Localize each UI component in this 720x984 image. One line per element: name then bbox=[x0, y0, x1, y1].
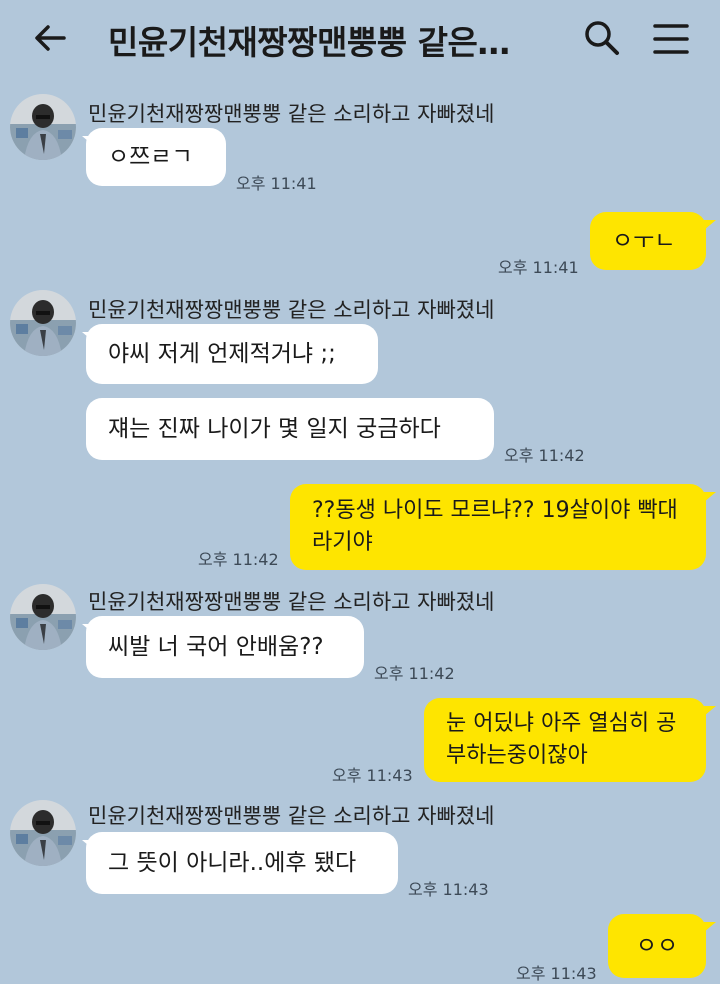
message-bubble[interactable]: 쟤는 진짜 나이가 몇 일지 궁금하다 bbox=[86, 398, 494, 460]
search-icon[interactable] bbox=[580, 16, 624, 60]
sender-name: 민윤기천재짱짱맨뿡뿡 같은 소리하고 자빠졌네 bbox=[88, 102, 495, 126]
avatar[interactable] bbox=[10, 584, 76, 650]
bubble-tail bbox=[704, 706, 716, 716]
message-bubble[interactable]: 씨발 너 국어 안배움?? bbox=[86, 616, 364, 678]
bubble-tail bbox=[704, 220, 716, 230]
message-time: 오후 11:41 bbox=[236, 174, 317, 193]
chat-header: 민윤기천재짱짱맨뿡뿡 같은… bbox=[0, 0, 720, 78]
message-bubble[interactable]: 야씨 저게 언제적거냐 ;; bbox=[86, 324, 378, 384]
message-bubble[interactable]: 그 뜻이 아니라..에후 됐다 bbox=[86, 832, 398, 894]
message-time: 오후 11:43 bbox=[332, 766, 413, 785]
menu-icon[interactable] bbox=[650, 18, 692, 60]
message-bubble[interactable]: ㅇ쯔ㄹㄱ bbox=[86, 128, 226, 186]
message-time: 오후 11:41 bbox=[498, 258, 579, 277]
message-bubble[interactable]: ㅇㅜㄴ bbox=[590, 212, 706, 270]
sender-name: 민윤기천재짱짱맨뿡뿡 같은 소리하고 자빠졌네 bbox=[88, 298, 495, 322]
message-time: 오후 11:43 bbox=[516, 964, 597, 983]
bubble-tail bbox=[704, 492, 716, 502]
message-time: 오후 11:42 bbox=[374, 664, 455, 683]
avatar[interactable] bbox=[10, 94, 76, 160]
avatar[interactable] bbox=[10, 800, 76, 866]
message-bubble[interactable]: ㅇㅇ bbox=[608, 914, 706, 978]
message-bubble[interactable]: 눈 어딨냐 아주 열심히 공부하는중이잖아 bbox=[424, 698, 706, 782]
chat-title: 민윤기천재짱짱맨뿡뿡 같은… bbox=[108, 23, 510, 62]
message-time: 오후 11:42 bbox=[198, 550, 279, 569]
sender-name: 민윤기천재짱짱맨뿡뿡 같은 소리하고 자빠졌네 bbox=[88, 590, 495, 614]
bubble-tail bbox=[704, 922, 716, 932]
message-time: 오후 11:43 bbox=[408, 880, 489, 899]
message-bubble[interactable]: ??동생 나이도 모르냐?? 19살이야 빡대라기야 bbox=[290, 484, 706, 570]
message-time: 오후 11:42 bbox=[504, 446, 585, 465]
back-arrow-icon[interactable] bbox=[30, 18, 70, 58]
sender-name: 민윤기천재짱짱맨뿡뿡 같은 소리하고 자빠졌네 bbox=[88, 804, 495, 828]
avatar[interactable] bbox=[10, 290, 76, 356]
